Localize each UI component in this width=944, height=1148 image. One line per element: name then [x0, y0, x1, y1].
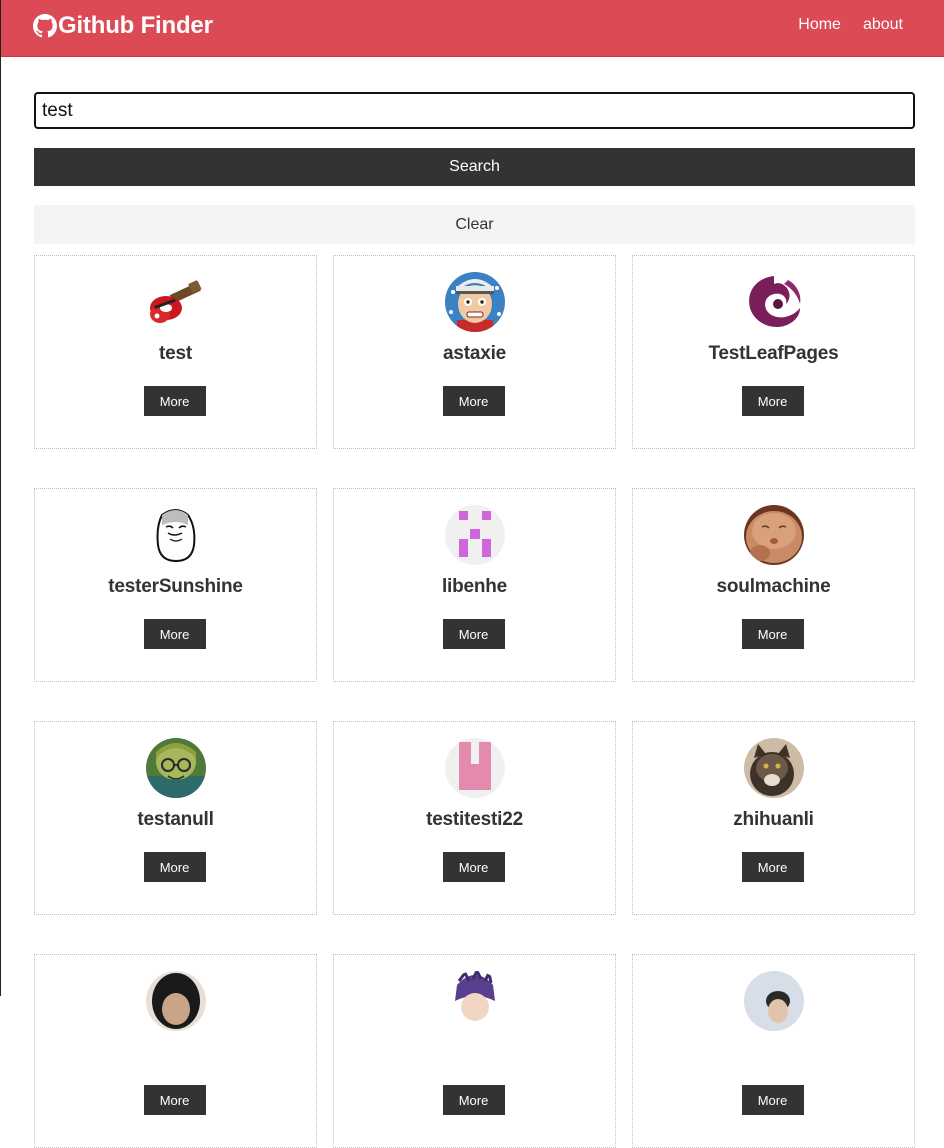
user-login: libenhe	[441, 576, 508, 597]
swirl-logo-avatar-icon	[743, 272, 804, 332]
navbar: Github Finder Home about	[1, 0, 944, 57]
baby-photo-avatar-icon	[743, 505, 804, 565]
github-icon	[33, 14, 57, 38]
nav-links: Home about	[798, 16, 903, 34]
more-button[interactable]: More	[741, 1085, 804, 1115]
identicon-avatar-icon	[444, 738, 505, 798]
user-card: astaxie More	[333, 255, 616, 449]
anime-avatar-icon	[145, 738, 206, 798]
user-login: testanull	[137, 809, 214, 830]
user-card: zhihuanli More	[632, 721, 915, 915]
dark-photo-avatar-icon	[145, 971, 206, 1031]
user-card: test More	[34, 255, 317, 449]
cartoon-face-avatar-icon	[444, 272, 505, 332]
user-card: testitesti22 More	[333, 721, 616, 915]
more-button[interactable]: More	[442, 386, 505, 416]
more-button[interactable]: More	[741, 852, 804, 882]
search-input[interactable]	[34, 92, 915, 129]
user-login: TestLeafPages	[708, 343, 839, 364]
light-photo-avatar-icon	[743, 971, 804, 1031]
search-button[interactable]: Search	[34, 148, 915, 186]
more-button[interactable]: More	[143, 619, 206, 649]
more-button[interactable]: More	[741, 619, 804, 649]
more-button[interactable]: More	[741, 386, 804, 416]
more-button[interactable]: More	[442, 852, 505, 882]
purple-hair-avatar-icon	[444, 971, 505, 1031]
brand-title: Github Finder	[58, 12, 213, 39]
more-button[interactable]: More	[442, 1085, 505, 1115]
user-card: More	[333, 954, 616, 1148]
user-card: soulmachine More	[632, 488, 915, 682]
guitar-avatar-icon	[145, 272, 206, 332]
user-card: More	[632, 954, 915, 1148]
meme-face-avatar-icon	[145, 505, 206, 565]
user-card: libenhe More	[333, 488, 616, 682]
more-button[interactable]: More	[143, 852, 206, 882]
users-grid: test More astaxie More TestLeafPages Mor…	[34, 255, 915, 1148]
more-button[interactable]: More	[442, 619, 505, 649]
user-card: More	[34, 954, 317, 1148]
user-login: zhihuanli	[733, 809, 814, 830]
user-login: astaxie	[442, 343, 507, 364]
identicon-avatar-icon	[444, 505, 505, 565]
nav-link-home[interactable]: Home	[798, 16, 841, 34]
user-card: testanull More	[34, 721, 317, 915]
user-card: testerSunshine More	[34, 488, 317, 682]
user-card: TestLeafPages More	[632, 255, 915, 449]
nav-link-about[interactable]: about	[863, 16, 903, 34]
clear-button[interactable]: Clear	[34, 205, 915, 244]
more-button[interactable]: More	[143, 386, 206, 416]
user-login: testerSunshine	[108, 576, 243, 597]
more-button[interactable]: More	[143, 1085, 206, 1115]
user-login: soulmachine	[716, 576, 831, 597]
brand[interactable]: Github Finder	[33, 11, 213, 41]
user-login: test	[159, 343, 192, 364]
cat-photo-avatar-icon	[743, 738, 804, 798]
user-login: testitesti22	[426, 809, 523, 830]
